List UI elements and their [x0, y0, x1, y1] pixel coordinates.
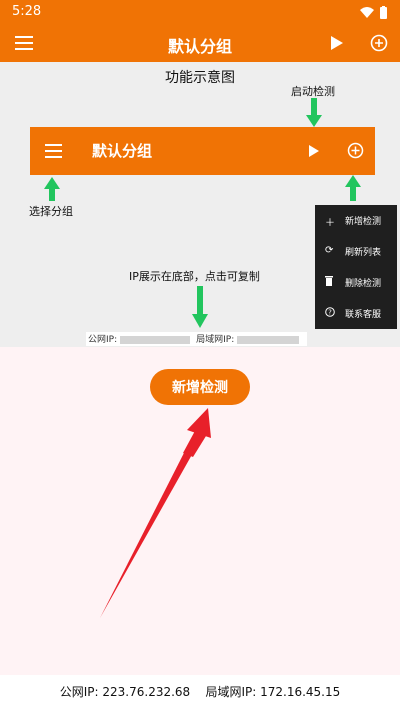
- red-arrow-icon: [100, 408, 211, 618]
- up-arrow-icon: [345, 175, 361, 201]
- menu-item-label: 联系客服: [345, 310, 382, 320]
- add-detection-button[interactable]: 新增检测: [150, 369, 250, 405]
- menu-item-label: 刷新列表: [345, 248, 382, 258]
- demo-app-bar: 默认分组: [30, 127, 375, 175]
- main-content: 新增检测: [0, 347, 400, 675]
- public-ip-label: 公网IP:: [59, 685, 99, 699]
- menu-item-label: 新增检测: [345, 217, 382, 227]
- play-icon[interactable]: [330, 35, 344, 51]
- lan-ip[interactable]: 172.16.45.15: [260, 685, 340, 699]
- status-icons: [358, 5, 390, 24]
- start-label: 启动检测: [291, 85, 335, 98]
- menu-item-delete[interactable]: 删除检测: [315, 267, 397, 298]
- add-circle-icon[interactable]: [370, 34, 388, 52]
- wifi-icon: [360, 7, 374, 18]
- blurred-ip: [120, 335, 191, 344]
- down-arrow-icon: [306, 98, 322, 127]
- ip-footer[interactable]: 公网IP: 223.76.232.68 局域网IP: 172.16.45.15: [0, 675, 400, 712]
- ip-info-label: IP展示在底部，点击可复制: [129, 270, 260, 283]
- menu-item-label: 删除检测: [345, 279, 382, 289]
- lan-ip-label: 局域网IP:: [205, 685, 257, 699]
- demo-title: 功能示意图: [165, 70, 235, 86]
- select-group-label: 选择分组: [29, 205, 73, 218]
- blurred-ip: [237, 335, 300, 344]
- svg-text:?: ?: [328, 309, 332, 317]
- menu-item-contact[interactable]: ? 联系客服: [315, 298, 397, 329]
- up-arrow-icon: [44, 177, 60, 201]
- ip-public-label: 公网IP:: [88, 335, 118, 345]
- play-icon: [309, 145, 319, 157]
- popup-menu: ＋ 新增检测 ⟳ 刷新列表 删除检测 ? 联系客服: [315, 205, 397, 329]
- app-bar: 默认分组: [0, 24, 400, 62]
- menu-item-refresh[interactable]: ⟳ 刷新列表: [315, 236, 397, 267]
- status-time: 5:28: [12, 4, 42, 19]
- ip-lan-label: 局域网IP:: [196, 335, 235, 345]
- ip-sample: 公网IP: 局域网IP:: [86, 332, 308, 346]
- status-bar: 5:28: [0, 0, 400, 24]
- help-icon: ?: [325, 307, 335, 320]
- add-circle-icon: [347, 142, 364, 159]
- trash-icon: [325, 276, 333, 289]
- demo-illustration: 功能示意图 启动检测 默认分组 选择分组 ＋ 新增检测 ⟳ 刷新列表 删除检测 …: [0, 62, 400, 347]
- refresh-icon: ⟳: [325, 245, 334, 256]
- battery-icon: [380, 7, 387, 19]
- plus-icon: ＋: [325, 218, 335, 229]
- menu-item-add[interactable]: ＋ 新增检测: [315, 205, 397, 236]
- public-ip[interactable]: 223.76.232.68: [102, 685, 190, 699]
- menu-icon: [45, 144, 62, 158]
- demo-bar-title: 默认分组: [92, 142, 153, 160]
- down-arrow-icon: [192, 286, 208, 328]
